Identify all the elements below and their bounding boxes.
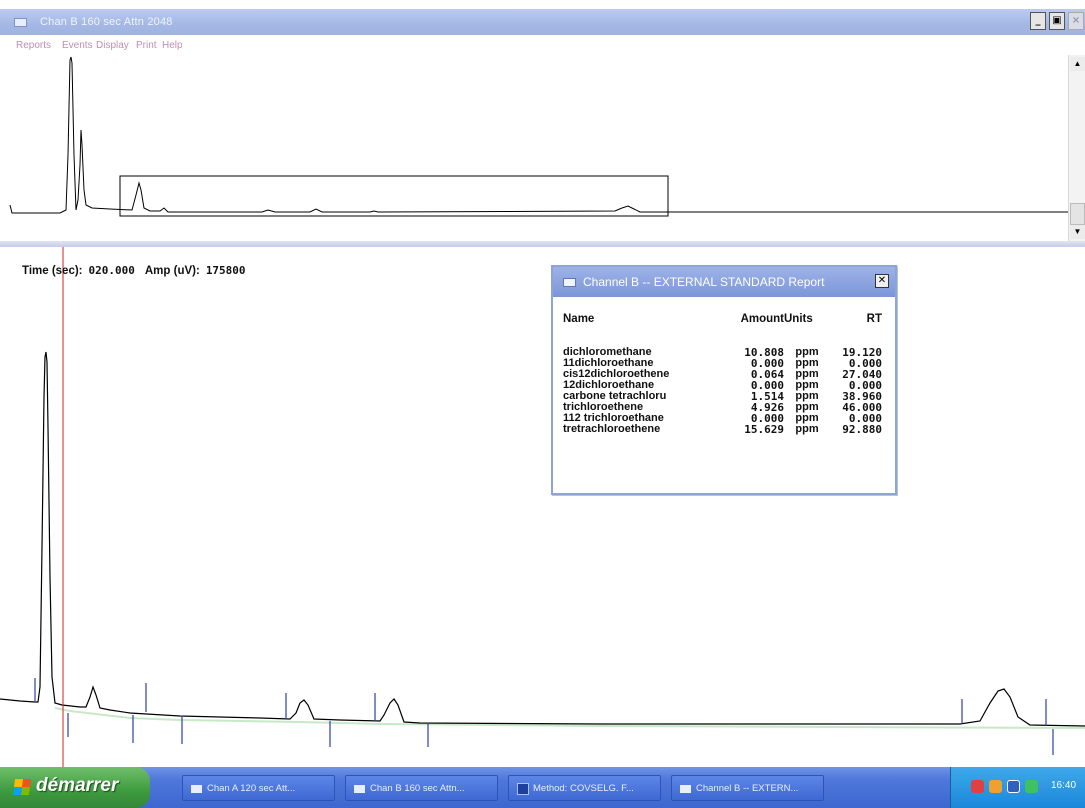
maximize-button[interactable]: ▣ — [1049, 12, 1065, 30]
taskbar-clock[interactable]: 16:40 — [1051, 780, 1076, 791]
report-window-icon — [563, 278, 576, 287]
menu-print[interactable]: Print — [136, 40, 157, 51]
menu-reports[interactable]: Reports — [16, 40, 51, 51]
tray-network-icon[interactable] — [989, 780, 1002, 793]
start-button[interactable]: démarrer — [0, 767, 150, 808]
col-header-amount: Amount — [740, 313, 784, 325]
report-titlebar[interactable]: Channel B -- EXTERNAL STANDARD Report ✕ — [553, 267, 895, 297]
overview-chromatogram[interactable] — [0, 55, 1068, 241]
taskbar-item-method[interactable]: Method: COVSELG. F... — [508, 775, 661, 801]
scroll-thumb[interactable] — [1070, 203, 1085, 225]
taskbar-item-label: Chan A 120 sec Att... — [207, 783, 296, 794]
report-close-button[interactable]: ✕ — [875, 274, 889, 288]
scroll-down-arrow[interactable]: ▼ — [1070, 225, 1085, 239]
windows-flag-icon — [12, 779, 32, 795]
system-tray: 16:40 — [950, 767, 1085, 808]
col-header-units: Units — [784, 313, 813, 325]
overview-trace — [9, 56, 1068, 214]
taskbar: démarrer Chan A 120 sec Att... Chan B 16… — [0, 767, 1085, 808]
menu-display[interactable]: Display — [96, 40, 129, 51]
minimize-button[interactable]: _ — [1030, 12, 1046, 30]
units-value: ppm — [795, 423, 819, 435]
menu-bar: Reports Events Display Print Help — [0, 36, 1085, 55]
overview-scrollbar[interactable]: ▲ ▼ — [1068, 55, 1085, 241]
window-titlebar[interactable]: Chan B 160 sec Attn 2048 _ ▣ × — [0, 9, 1085, 35]
tray-sound-icon[interactable] — [1025, 780, 1038, 793]
overview-chromatogram-pane[interactable] — [0, 55, 1068, 241]
detail-chromatogram[interactable] — [0, 247, 1085, 767]
window-icon — [14, 18, 27, 27]
amp-label: Amp (uV): — [144, 265, 200, 277]
zoom-selection-box[interactable] — [119, 175, 669, 217]
taskbar-item-label: Channel B -- EXTERN... — [696, 783, 799, 794]
menu-help[interactable]: Help — [162, 40, 183, 51]
menu-events[interactable]: Events — [62, 40, 93, 51]
method-icon — [517, 783, 529, 795]
window-icon — [354, 785, 365, 793]
close-button[interactable]: × — [1068, 12, 1084, 30]
window-title: Chan B 160 sec Attn 2048 — [40, 16, 173, 28]
taskbar-item-label: Method: COVSELG. F... — [533, 783, 634, 794]
compound-name: tretrachloroethene — [563, 423, 661, 435]
time-label: Time (sec): — [22, 265, 83, 277]
tray-display-icon[interactable] — [1007, 780, 1020, 793]
external-standard-report-dialog[interactable]: Channel B -- EXTERNAL STANDARD Report ✕ … — [551, 265, 897, 495]
amp-value: 175800 — [205, 264, 246, 277]
report-table: Name Amount Units RT dichloromethane 10.8… — [563, 313, 882, 435]
cursor-readout: Time (sec): 020.000 Amp (uV): 175800 — [22, 264, 256, 277]
baseline-shading — [55, 707, 1085, 729]
start-label: démarrer — [36, 775, 119, 796]
detail-chromatogram-pane[interactable] — [0, 247, 1085, 767]
rt-value: 92.880 — [842, 423, 882, 436]
col-header-name: Name — [563, 313, 595, 325]
window-icon — [680, 785, 691, 793]
detail-trace — [0, 351, 1085, 727]
amount-value: 15.629 — [744, 423, 784, 436]
window-icon — [191, 785, 202, 793]
report-title: Channel B -- EXTERNAL STANDARD Report — [583, 275, 825, 289]
time-value: 020.000 — [88, 264, 135, 277]
taskbar-item-label: Chan B 160 sec Attn... — [370, 783, 465, 794]
taskbar-item-report[interactable]: Channel B -- EXTERN... — [671, 775, 824, 801]
tray-antivirus-icon[interactable] — [971, 780, 984, 793]
taskbar-item-chan-a[interactable]: Chan A 120 sec Att... — [182, 775, 335, 801]
col-header-rt: RT — [866, 313, 882, 325]
scroll-up-arrow[interactable]: ▲ — [1070, 57, 1085, 71]
report-row: tretrachloroethene 15.629 ppm 92.880 — [563, 423, 882, 436]
taskbar-item-chan-b[interactable]: Chan B 160 sec Attn... — [345, 775, 498, 801]
